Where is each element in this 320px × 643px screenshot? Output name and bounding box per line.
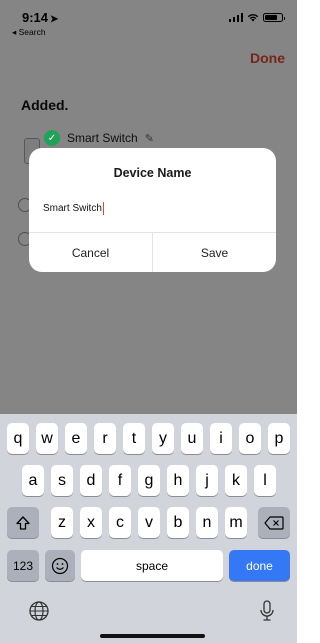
key-a[interactable]: a [22,465,44,496]
key-m[interactable]: m [225,507,247,538]
key-j[interactable]: j [196,465,218,496]
key-o[interactable]: o [239,423,261,454]
device-name-dialog: Device Name Smart Switch Cancel Save [29,148,276,272]
shift-key[interactable] [7,507,39,538]
microphone-icon [260,600,274,621]
key-x[interactable]: x [80,507,102,538]
key-w[interactable]: w [36,423,58,454]
key-e[interactable]: e [65,423,87,454]
text-caret [102,202,104,215]
key-u[interactable]: u [181,423,203,454]
key-f[interactable]: f [109,465,131,496]
key-c[interactable]: c [109,507,131,538]
globe-icon [29,601,49,621]
key-z[interactable]: z [51,507,73,538]
key-t[interactable]: t [123,423,145,454]
key-k[interactable]: k [225,465,247,496]
key-h[interactable]: h [167,465,189,496]
save-button[interactable]: Save [153,233,276,272]
backspace-icon [264,515,284,530]
key-i[interactable]: i [210,423,232,454]
key-d[interactable]: d [80,465,102,496]
globe-key[interactable] [24,596,54,626]
key-s[interactable]: s [51,465,73,496]
dialog-title: Device Name [113,166,192,180]
key-p[interactable]: p [268,423,290,454]
check-icon: ✓ [44,130,60,146]
emoji-key[interactable] [45,550,75,581]
shift-icon [16,515,30,530]
device-name-input[interactable]: Smart Switch [43,202,104,215]
device-name-input-value: Smart Switch [43,203,102,214]
space-key[interactable]: space [81,550,223,581]
key-y[interactable]: y [152,423,174,454]
key-l[interactable]: l [254,465,276,496]
done-return-key[interactable]: done [229,550,290,581]
keyboard: q w e r t y u i o p a s d f g h j k l z … [0,414,297,643]
delete-key[interactable] [258,507,290,538]
key-b[interactable]: b [167,507,189,538]
key-n[interactable]: n [196,507,218,538]
key-r[interactable]: r [94,423,116,454]
dictation-key[interactable] [253,596,281,626]
key-q[interactable]: q [7,423,29,454]
cancel-button[interactable]: Cancel [29,233,152,272]
emoji-icon [51,557,69,574]
home-indicator[interactable] [100,634,205,638]
key-g[interactable]: g [138,465,160,496]
key-v[interactable]: v [138,507,160,538]
numbers-key[interactable]: 123 [7,550,39,581]
